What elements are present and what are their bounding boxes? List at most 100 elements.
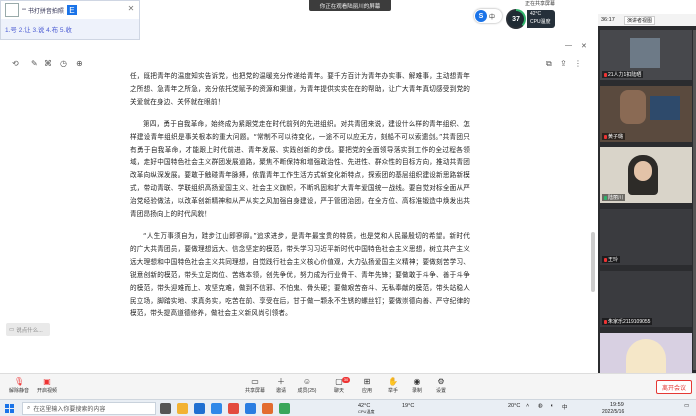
app-icon[interactable] — [211, 403, 222, 414]
participant-tile[interactable]: 王玲 — [600, 209, 692, 265]
search-placeholder: 在这里输入你要搜索的内容 — [33, 407, 106, 413]
edge-icon[interactable] — [194, 403, 205, 414]
mic-muted-icon — [604, 319, 607, 324]
bookmark-icon[interactable]: ⧉ — [546, 59, 552, 69]
search-icon: ⌕ — [27, 405, 31, 411]
paragraph-3: “人生万事须自为，跬步江山即寥廓。”追求进步，是青年最宝贵的特质，也是党和人民最… — [130, 231, 470, 318]
cpu-temp-label: CPU温度 — [530, 19, 551, 25]
sharing-status: 正在共享屏幕 — [525, 1, 556, 7]
weather-widget[interactable]: 19°C — [402, 403, 414, 409]
annotate-icon[interactable]: ✎ — [31, 59, 38, 68]
video-background — [650, 96, 680, 120]
network-icon[interactable]: ◍ — [538, 403, 543, 409]
paragraph-2: 第四，勇于自我革命，始终成为紧跟党走在时代前列的先进组织。对共青团来说，建设什么… — [130, 119, 470, 219]
participant-tile[interactable]: 黄子璐 — [600, 86, 692, 142]
ime-candidates-row[interactable]: 1.号 2.让 3.说 4.布 5.收 — [1, 19, 139, 39]
close-doc-icon[interactable]: ✕ — [581, 42, 587, 50]
taskbar-apps — [160, 402, 350, 415]
face — [634, 161, 652, 181]
globe-icon[interactable]: ⊕ — [76, 59, 83, 68]
chat-badge: 30 — [342, 377, 350, 383]
close-icon[interactable]: ✕ — [126, 4, 136, 14]
ime-tray-icon[interactable]: 中 — [562, 403, 568, 411]
ime-composition-text: "" 书打拼音拍照 — [22, 8, 64, 15]
cpu-percent: 37 — [508, 11, 524, 27]
invite-icon: ＋ — [277, 377, 285, 386]
chat-placeholder: 说点什么... — [16, 327, 43, 334]
meeting-app-icon[interactable] — [245, 403, 256, 414]
start-video-button[interactable]: ▣ 开启视频 — [30, 377, 64, 394]
chevron-up-icon[interactable]: ˄ — [526, 403, 529, 409]
mic-muted-icon — [604, 72, 607, 77]
participant-tile[interactable]: 21人力1扣陆晒 — [600, 30, 692, 80]
app-icon[interactable] — [228, 403, 239, 414]
file-explorer-icon[interactable] — [177, 403, 188, 414]
screen-share-banner[interactable]: 你正在观看陆丽川的屏幕 — [309, 0, 391, 11]
tray-cpu-label: CPU温度 — [358, 409, 375, 414]
settings-button[interactable]: ⚙ 设置 — [424, 377, 458, 394]
ime-mode-icon[interactable]: E — [66, 5, 77, 15]
clock-date[interactable]: 2022/5/16 — [602, 409, 624, 415]
participant-name: 王玲 — [602, 256, 621, 263]
document-page: 任，既把青年的温度知实告诉党，也把党的温暖充分传递给青年。要千方百计为青年办实事… — [130, 70, 470, 373]
record-icon: ◉ — [413, 377, 421, 386]
notification-icon[interactable]: ▭ — [684, 403, 689, 409]
meeting-time: 36:17 — [601, 17, 615, 23]
members-icon: ☺ — [302, 377, 312, 386]
windows-start-icon[interactable] — [5, 404, 14, 413]
ime-input-row: "" 书打拼音拍照 E — [1, 1, 139, 19]
participant-name: 黄子璐 — [602, 133, 626, 140]
chat-icon: ▭ — [9, 326, 15, 333]
panel-header: 36:17 演讲者视图 — [598, 14, 696, 26]
meeting-controls: 🎙 解除静音 ▣ 开启视频 ▭ 共享屏幕 ＋邀请 ☺ 成员(25) ▢ 聊天 30 ⊞ 应用 … — [0, 373, 696, 399]
participant-tile-active[interactable]: 陆丽川 — [600, 147, 692, 203]
mic-muted-icon — [604, 134, 607, 139]
rotate-icon[interactable]: ⟲ — [12, 59, 19, 68]
mic-muted-icon — [604, 257, 607, 262]
app-icon[interactable] — [262, 403, 273, 414]
shared-document: ⟲ ✎ ⌘ ◷ ⊕ ⧉ ⇪ ⋮ — ✕ 任，既把青年的温度知实告诉党，也把党的温… — [0, 40, 597, 373]
gear-icon: ⚙ — [437, 377, 445, 386]
share-screen-icon: ▭ — [251, 377, 259, 386]
cpu-temp-widget: 42°C CPU温度 — [527, 10, 555, 28]
task-view-icon[interactable] — [160, 403, 171, 414]
video-frame — [620, 90, 646, 124]
minimize-icon[interactable]: — — [565, 42, 572, 49]
link-icon[interactable]: ⌘ — [44, 59, 52, 68]
sogou-icon[interactable]: S — [475, 10, 487, 22]
mic-muted-icon: 🎙 — [14, 377, 25, 386]
video-frame — [630, 38, 660, 68]
leave-meeting-button[interactable]: 离开会议 — [656, 380, 692, 394]
participant-name: 21人力1扣陆晒 — [602, 71, 644, 78]
ime-status-bar[interactable]: S 中 — [474, 9, 502, 23]
hand-icon: ✋ — [388, 377, 398, 386]
participant-name: 朱家乐2119109055 — [602, 318, 653, 325]
paragraph-1: 任，既把青年的温度知实告诉党，也把党的温暖充分传递给青年。要千方百计为青年办实事… — [130, 72, 470, 106]
chat-input-pill[interactable]: ▭ 说点什么... — [6, 323, 50, 336]
windows-taskbar: ⌕ 在这里输入你要搜索的内容 42°C CPU温度 19°C 20°C ˄ ◍ … — [0, 399, 696, 416]
document-toolbar: ⟲ ✎ ⌘ ◷ ⊕ ⧉ ⇪ ⋮ — [0, 54, 597, 70]
members-button[interactable]: ☺ 成员(25) — [290, 377, 324, 394]
share-icon[interactable]: ⇪ — [560, 59, 567, 68]
clock-time[interactable]: 19:59 — [610, 402, 624, 408]
apps-icon: ⊞ — [363, 377, 371, 386]
weather-temp[interactable]: 20°C — [508, 403, 520, 409]
system-tray: 42°C CPU温度 19°C 20°C ˄ ◍ ◖ 中 19:59 2022/… — [358, 402, 696, 415]
more-icon[interactable]: ⋮ — [574, 59, 582, 68]
volume-icon[interactable]: ◖ — [550, 403, 553, 409]
scroll-thumb[interactable] — [591, 232, 595, 292]
ime-language[interactable]: 中 — [489, 12, 495, 21]
cpu-temp-value: 42°C — [530, 11, 542, 17]
speaker-view-button[interactable]: 演讲者视图 — [624, 15, 656, 25]
ime-candidate-window[interactable]: "" 书打拼音拍照 E 1.号 2.让 3.说 4.布 5.收 ✕ — [0, 0, 140, 40]
camera-off-icon: ▣ — [43, 377, 51, 386]
mic-icon — [604, 195, 607, 200]
clock-icon[interactable]: ◷ — [60, 59, 67, 68]
cpu-usage-gauge: 37 — [506, 9, 526, 29]
ime-input-box[interactable] — [5, 3, 19, 17]
taskbar-search-input[interactable]: ⌕ 在这里输入你要搜索的内容 — [22, 402, 156, 415]
document-scrollbar[interactable] — [590, 42, 596, 362]
app-icon[interactable] — [279, 403, 290, 414]
screen: "" 书打拼音拍照 E 1.号 2.让 3.说 4.布 5.收 ✕ 你正在观看陆… — [0, 0, 696, 416]
participant-tile[interactable]: 朱家乐2119109055 — [600, 271, 692, 327]
